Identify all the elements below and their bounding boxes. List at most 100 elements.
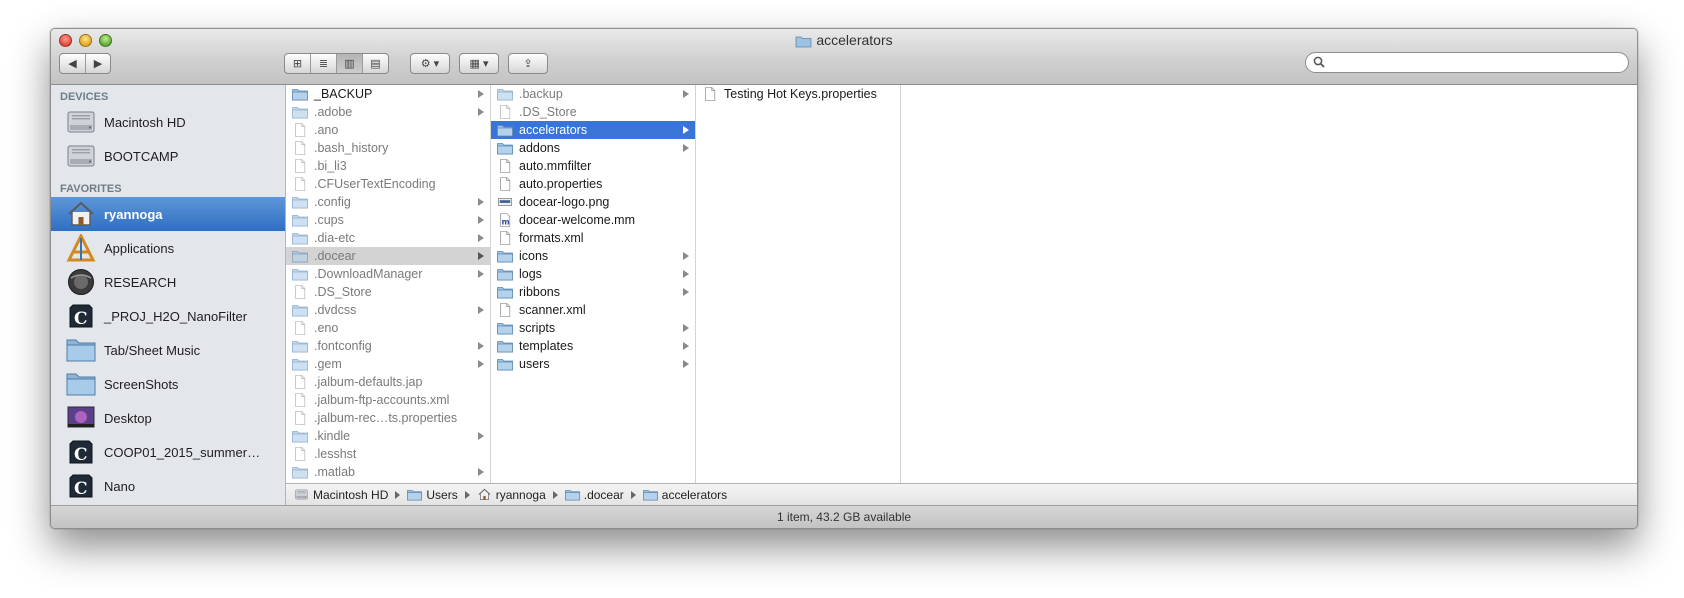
action-menu-button[interactable]: ⚙ ▾ [410,53,450,74]
path-crumb[interactable]: accelerators [642,488,727,502]
arrange-menu-button[interactable]: ▦ ▾ [459,53,499,74]
folder-icon [292,465,308,479]
file-row[interactable]: .ano [286,121,490,139]
column-empty[interactable] [901,85,1637,483]
file-row[interactable]: .jalbum-rec…ts.properties [286,409,490,427]
folder-row[interactable]: users [491,355,695,373]
file-row[interactable]: .lesshst [286,445,490,463]
document-icon [497,159,513,173]
folder-row[interactable]: scripts [491,319,695,337]
disclosure-arrow-icon [478,270,484,278]
file-row[interactable]: auto.mmfilter [491,157,695,175]
path-crumb-label: Macintosh HD [313,487,389,502]
item-name: .gem [314,357,342,371]
file-row[interactable]: .eno [286,319,490,337]
finder-window: accelerators ◀ ▶ ⊞ ≣ ▥ ▤ ⚙ ▾ ▦ ▾ ⇪ DEVIC… [50,28,1638,529]
coverflow-view-button[interactable]: ▤ [363,54,388,73]
path-crumb[interactable]: Macintosh HD [294,488,388,502]
folder-row[interactable]: .kindle [286,427,490,445]
search-field[interactable] [1305,52,1629,73]
folder-icon [497,87,513,101]
folder-row[interactable]: icons [491,247,695,265]
item-name: accelerators [519,123,588,137]
file-row[interactable]: .CFUserTextEncoding [286,175,490,193]
folder-row[interactable]: .cups [286,211,490,229]
folder-icon [407,488,423,501]
folder-row[interactable]: addons [491,139,695,157]
folder-row[interactable]: logs [491,265,695,283]
file-row[interactable]: scanner.xml [491,301,695,319]
folder-icon [292,195,308,209]
file-row[interactable]: .DS_Store [491,103,695,121]
folder-icon [497,285,513,299]
sidebar-item-label: Tab/Sheet Music [104,342,201,358]
sidebar-item-bootcamp[interactable]: BOOTCAMP [51,139,285,173]
sidebar-item-applications[interactable]: Applications [51,231,285,265]
icon-view-button[interactable]: ⊞ [285,54,311,73]
disclosure-arrow-icon [478,108,484,116]
folder-row[interactable]: .dia-etc [286,229,490,247]
file-row[interactable]: .bi_li3 [286,157,490,175]
forward-button[interactable]: ▶ [86,54,110,73]
file-row[interactable]: formats.xml [491,229,695,247]
folder-row[interactable]: .adobe [286,103,490,121]
sidebar-item-research[interactable]: RESEARCH [51,265,285,299]
sidebar-item-label: ScreenShots [104,376,179,392]
folder-row[interactable]: .fontconfig [286,337,490,355]
hard-drive-icon [66,142,96,170]
column-view-button[interactable]: ▥ [337,54,363,73]
folder-row[interactable]: _BACKUP [286,85,490,103]
document-icon [497,105,513,119]
disclosure-arrow-icon [478,306,484,314]
folder-row[interactable]: ribbons [491,283,695,301]
file-row[interactable]: m docear-welcome.mm [491,211,695,229]
folder-icon [66,370,96,398]
sidebar-item-proj-h2o-nanofilter[interactable]: C _PROJ_H2O_NanoFilter [51,299,285,333]
folder-row[interactable]: accelerators [491,121,695,139]
folder-row[interactable]: .gem [286,355,490,373]
sidebar-item-desktop[interactable]: Desktop [51,401,285,435]
folder-icon [292,267,308,281]
home-icon [477,488,492,501]
sidebar-item-macintosh-hd[interactable]: Macintosh HD [51,105,285,139]
file-row[interactable]: docear-logo.png [491,193,695,211]
item-name: .docear [314,249,356,263]
window-title: accelerators [51,32,1637,51]
share-button[interactable]: ⇪ [508,53,548,74]
back-button[interactable]: ◀ [60,54,86,73]
applications-icon [66,234,96,262]
file-row[interactable]: .jalbum-ftp-accounts.xml [286,391,490,409]
file-row[interactable]: Testing Hot Keys.properties [696,85,900,103]
list-view-button[interactable]: ≣ [311,54,337,73]
folder-row[interactable]: templates [491,337,695,355]
folder-icon [292,357,308,371]
folder-row[interactable]: .config [286,193,490,211]
disclosure-arrow-icon [478,234,484,242]
sidebar-item-screenshots[interactable]: ScreenShots [51,367,285,401]
item-name: docear-welcome.mm [519,213,636,227]
folder-row[interactable]: .dvdcss [286,301,490,319]
file-row[interactable]: .jalbum-defaults.jap [286,373,490,391]
path-crumb[interactable]: Users [407,488,458,502]
file-row[interactable]: .bash_history [286,139,490,157]
folder-row[interactable]: .backup [491,85,695,103]
sidebar-item-tab-sheet-music[interactable]: Tab/Sheet Music [51,333,285,367]
home-icon [66,200,96,228]
folder-row[interactable]: .docear [286,247,490,265]
disclosure-arrow-icon [683,324,689,332]
sidebar-item-coop01-2015-summer[interactable]: C COOP01_2015_summer… [51,435,285,469]
item-name: .jalbum-ftp-accounts.xml [314,393,450,407]
disclosure-arrow-icon [683,270,689,278]
path-separator-icon [630,490,636,499]
path-crumb[interactable]: .docear [564,488,624,502]
folder-row[interactable]: .DownloadManager [286,265,490,283]
folder-row[interactable]: .matlab [286,463,490,481]
file-row[interactable]: auto.properties [491,175,695,193]
document-icon [497,177,513,191]
search-input[interactable] [1330,54,1624,73]
path-crumb[interactable]: ryannoga [477,488,546,502]
file-row[interactable]: .DS_Store [286,283,490,301]
sidebar-item-ryannoga[interactable]: ryannoga [51,197,285,231]
sidebar-item-nano[interactable]: C Nano [51,469,285,503]
item-name: formats.xml [519,231,584,245]
